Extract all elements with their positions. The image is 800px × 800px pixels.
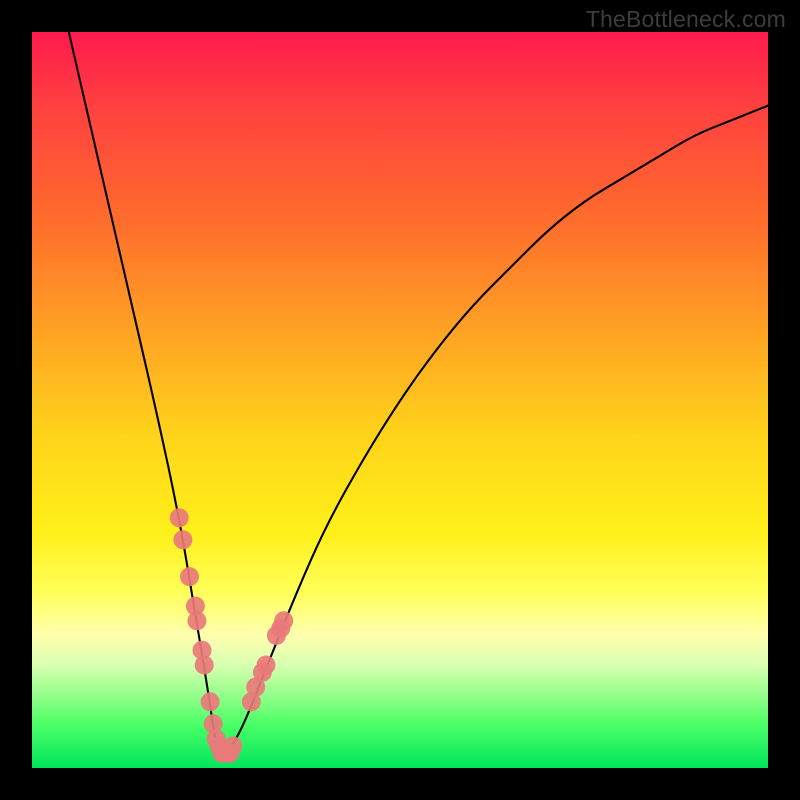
bottleneck-curve-path [69, 32, 768, 751]
marker-dot [223, 736, 242, 755]
marker-dot [201, 692, 220, 711]
chart-frame: TheBottleneck.com [0, 0, 800, 800]
marker-dot [187, 611, 206, 630]
marker-dot [274, 611, 293, 630]
marker-group [170, 508, 294, 763]
plot-area [32, 32, 768, 768]
marker-dot [195, 656, 214, 675]
chart-svg [32, 32, 768, 768]
marker-dot [257, 656, 276, 675]
marker-dot [170, 508, 189, 527]
watermark-text: TheBottleneck.com [586, 6, 786, 33]
marker-dot [180, 567, 199, 586]
marker-dot [173, 530, 192, 549]
